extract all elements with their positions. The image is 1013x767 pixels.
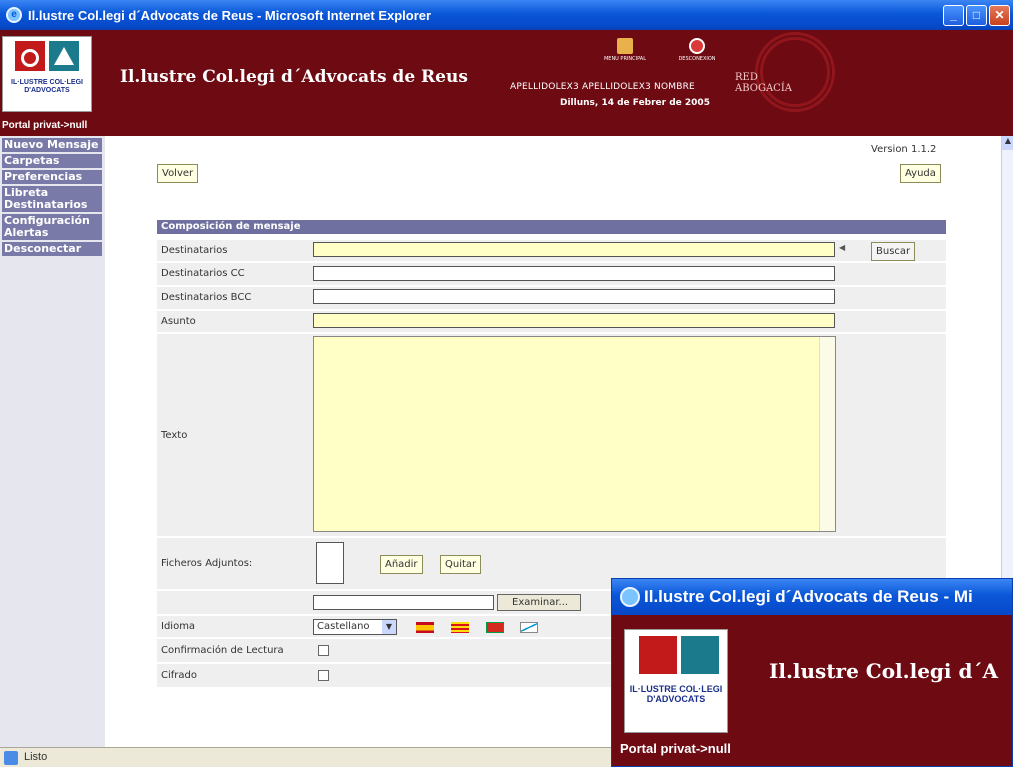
- version-label: Version 1.1.2: [871, 144, 937, 155]
- desconexion-link[interactable]: DESCONEXION: [662, 38, 732, 62]
- second-window-site-title: Il.lustre Col.legi d´A: [769, 659, 998, 683]
- second-window-title: Il.lustre Col.legi d´Advocats de Reus - …: [644, 587, 973, 606]
- cifrado-checkbox[interactable]: [318, 670, 329, 681]
- maximize-button[interactable]: □: [966, 5, 987, 26]
- red-abogacia-logo: RED ABOGACÍA: [735, 72, 792, 94]
- flag-gl-icon[interactable]: [520, 622, 538, 633]
- cifrado-label: Cifrado: [161, 670, 197, 681]
- ie-icon: e: [6, 7, 22, 23]
- ie-icon: [620, 587, 640, 607]
- portal-breadcrumb: Portal privat->null: [2, 120, 88, 131]
- ficheros-label: Ficheros Adjuntos:: [161, 558, 253, 569]
- scroll-up-icon[interactable]: ▲: [1002, 136, 1013, 150]
- confirmacion-checkbox[interactable]: [318, 645, 329, 656]
- arrow-left-icon[interactable]: ◀: [839, 243, 845, 252]
- second-window[interactable]: Il.lustre Col.legi d´Advocats de Reus - …: [611, 578, 1013, 767]
- flag-eu-icon[interactable]: [486, 622, 504, 633]
- idioma-label: Idioma: [161, 621, 196, 632]
- bcc-field[interactable]: [313, 289, 835, 304]
- ficheros-list[interactable]: [316, 542, 344, 584]
- power-icon: [689, 38, 705, 54]
- asunto-field[interactable]: [313, 313, 835, 328]
- window-title: Il.lustre Col.legi d´Advocats de Reus - …: [28, 7, 432, 23]
- ayuda-button[interactable]: Ayuda: [900, 164, 941, 183]
- folder-icon: [617, 38, 633, 54]
- sidebar-item-desconectar[interactable]: Desconectar: [2, 242, 102, 256]
- menu-principal-link[interactable]: MENU PRINCIPAL: [590, 38, 660, 62]
- idioma-select[interactable]: Castellano ▼: [313, 619, 397, 635]
- sidebar: Nuevo Mensaje Carpetas Preferencias Libr…: [0, 136, 105, 747]
- second-window-portal: Portal privat->null: [620, 741, 731, 756]
- quitar-button[interactable]: Quitar: [440, 555, 482, 574]
- anadir-button[interactable]: Añadir: [380, 555, 423, 574]
- textarea-scrollbar[interactable]: [819, 337, 835, 531]
- chevron-down-icon: ▼: [382, 620, 396, 634]
- window-titlebar[interactable]: e Il.lustre Col.legi d´Advocats de Reus …: [0, 0, 1013, 30]
- college-logo: IL·LUSTRE COL·LEGI D'ADVOCATS: [624, 629, 728, 733]
- page-header: IL·LUSTRE COL·LEGI D'ADVOCATS Portal pri…: [0, 30, 1013, 136]
- file-path-field[interactable]: [313, 595, 494, 610]
- examinar-button[interactable]: Examinar...: [497, 594, 582, 611]
- texto-label: Texto: [161, 430, 188, 441]
- college-logo: IL·LUSTRE COL·LEGI D'ADVOCATS: [2, 36, 92, 112]
- volver-button[interactable]: Volver: [157, 164, 199, 183]
- asunto-label: Asunto: [161, 316, 196, 327]
- cc-field[interactable]: [313, 266, 835, 281]
- bcc-label: Destinatarios BCC: [161, 292, 252, 303]
- destinatarios-field[interactable]: [313, 242, 835, 257]
- ie-page-icon: [4, 751, 18, 765]
- status-text: Listo: [24, 751, 48, 763]
- buscar-button[interactable]: Buscar: [871, 242, 916, 261]
- cc-label: Destinatarios CC: [161, 268, 245, 279]
- destinatarios-label: Destinatarios: [161, 245, 228, 256]
- current-date: Dilluns, 14 de Febrer de 2005: [560, 98, 710, 108]
- sidebar-item-preferencias[interactable]: Preferencias: [2, 170, 102, 184]
- flag-ca-icon[interactable]: [451, 622, 469, 633]
- sidebar-item-nuevo-mensaje[interactable]: Nuevo Mensaje: [2, 138, 102, 152]
- sidebar-item-configuracion-alertas[interactable]: Configuración Alertas: [2, 214, 102, 240]
- close-button[interactable]: ✕: [989, 5, 1010, 26]
- form-header: Composición de mensaje: [157, 220, 946, 234]
- sidebar-item-libreta-destinatarios[interactable]: Libreta Destinatarios: [2, 186, 102, 212]
- user-name: APELLIDOLEX3 APELLIDOLEX3 NOMBRE: [510, 82, 695, 92]
- second-window-titlebar[interactable]: Il.lustre Col.legi d´Advocats de Reus - …: [612, 579, 1012, 615]
- texto-textarea[interactable]: [313, 336, 836, 532]
- sidebar-item-carpetas[interactable]: Carpetas: [2, 154, 102, 168]
- confirmacion-label: Confirmación de Lectura: [161, 645, 284, 656]
- flag-es-icon[interactable]: [416, 622, 434, 633]
- site-title: Il.lustre Col.legi d´Advocats de Reus: [120, 67, 468, 87]
- minimize-button[interactable]: _: [943, 5, 964, 26]
